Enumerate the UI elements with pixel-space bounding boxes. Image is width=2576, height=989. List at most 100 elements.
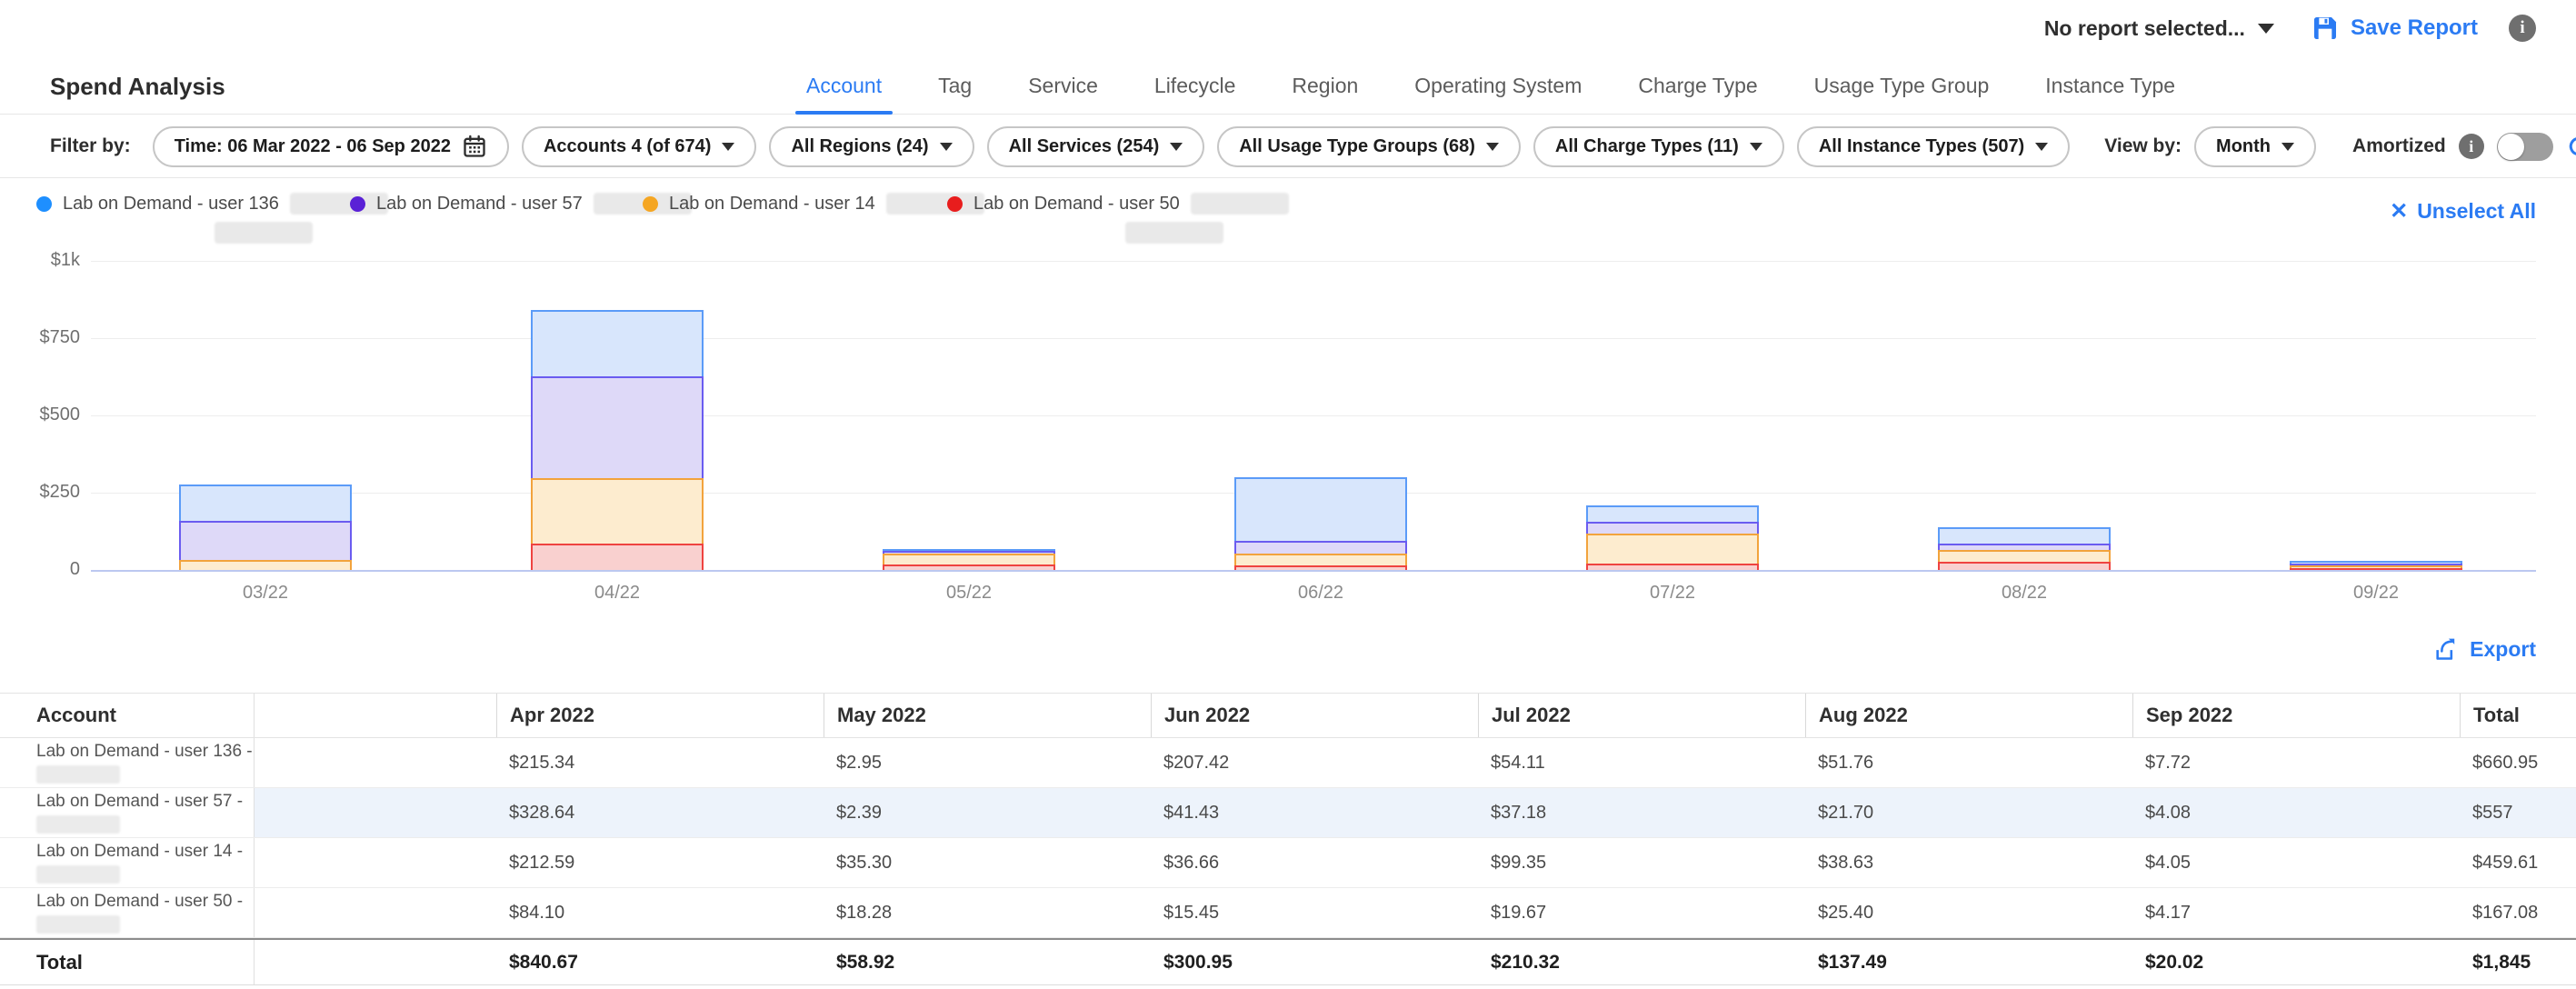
stacked-bar-06-22[interactable]	[1234, 477, 1407, 570]
legend-dot-icon	[36, 196, 52, 212]
value-cell: $215.34	[496, 738, 824, 787]
redacted-text	[215, 222, 313, 244]
stacked-bar-04-22[interactable]	[531, 310, 704, 570]
export-button[interactable]: Export	[2433, 636, 2536, 662]
total-value-cell: $210.32	[1478, 940, 1805, 984]
gridline	[91, 415, 2536, 416]
filter-chip-accounts-4[interactable]: Accounts 4 (of 674)	[522, 126, 756, 167]
value-cell: $4.08	[2132, 788, 2460, 837]
value-cell: $212.59	[496, 838, 824, 887]
stacked-bar-09-22[interactable]	[2290, 561, 2462, 570]
reset-icon	[2566, 134, 2576, 159]
legend-label: Lab on Demand - user 14	[669, 194, 875, 215]
tab-tag[interactable]: Tag	[938, 56, 972, 115]
chevron-down-icon	[940, 143, 953, 151]
bar-segment-lab-on-demand-user-50[interactable]	[1586, 564, 1759, 570]
stacked-bar-03-22[interactable]	[179, 485, 352, 570]
tab-charge-type[interactable]: Charge Type	[1638, 56, 1757, 115]
bar-segment-lab-on-demand-user-136[interactable]	[1938, 527, 2111, 544]
amortized-control: Amortized i	[2352, 133, 2553, 161]
tab-region[interactable]: Region	[1292, 56, 1358, 115]
filter-chip-all-services[interactable]: All Services (254)	[987, 126, 1205, 167]
chevron-down-icon	[2258, 24, 2274, 34]
bar-segment-lab-on-demand-user-57[interactable]	[1234, 541, 1407, 554]
filter-chip-all-instance-types[interactable]: All Instance Types (507)	[1797, 126, 2070, 167]
save-report-button[interactable]: Save Report	[2311, 14, 2478, 43]
bar-segment-lab-on-demand-user-136[interactable]	[531, 310, 704, 376]
account-name: Lab on Demand - user 14 -	[36, 842, 243, 862]
view-by-dropdown[interactable]: Month	[2194, 126, 2316, 167]
bar-segment-lab-on-demand-user-14[interactable]	[1234, 554, 1407, 564]
amortized-toggle[interactable]	[2497, 133, 2553, 161]
reset-filters-button[interactable]: Reset Filters	[2566, 122, 2576, 171]
bar-segment-lab-on-demand-user-14[interactable]	[883, 554, 1055, 564]
tab-usage-type-group[interactable]: Usage Type Group	[1814, 56, 1990, 115]
account-cell: Lab on Demand - user 50 -	[0, 888, 255, 937]
value-cell: $4.05	[2132, 838, 2460, 887]
value-cell: $41.43	[1151, 788, 1478, 837]
y-axis-tick: $1k	[24, 250, 80, 271]
legend-item-lab-on-demand-user-50[interactable]: Lab on Demand - user 50	[947, 193, 1289, 244]
bar-segment-lab-on-demand-user-14[interactable]	[531, 478, 704, 544]
export-row: Export	[0, 627, 2576, 684]
report-selector-dropdown[interactable]: No report selected...	[2044, 16, 2274, 41]
stacked-bar-07-22[interactable]	[1586, 505, 1759, 570]
legend-line: Lab on Demand - user 136	[36, 193, 388, 215]
legend-line: Lab on Demand - user 50	[947, 193, 1289, 215]
legend-item-lab-on-demand-user-136[interactable]: Lab on Demand - user 136	[36, 193, 388, 244]
redacted-text	[36, 815, 120, 834]
tab-lifecycle[interactable]: Lifecycle	[1154, 56, 1235, 115]
bar-segment-lab-on-demand-user-14[interactable]	[1586, 534, 1759, 564]
filter-chips: Time: 06 Mar 2022 - 06 Sep 2022 Accounts …	[153, 126, 2071, 167]
value-cell: $36.66	[1151, 838, 1478, 887]
plot-area	[91, 261, 2536, 570]
chevron-down-icon	[1750, 143, 1762, 151]
value-cell: $2.39	[824, 788, 1151, 837]
bar-segment-lab-on-demand-user-14[interactable]	[179, 560, 352, 570]
tab-operating-system[interactable]: Operating System	[1414, 56, 1582, 115]
chip-label: All Instance Types (507)	[1819, 136, 2024, 157]
tab-account[interactable]: Account	[806, 56, 882, 115]
bar-segment-lab-on-demand-user-57[interactable]	[179, 521, 352, 560]
bar-segment-lab-on-demand-user-50[interactable]	[1234, 565, 1407, 570]
bar-segment-lab-on-demand-user-50[interactable]	[2290, 568, 2462, 571]
value-cell: $19.67	[1478, 888, 1805, 937]
value-cell: $21.70	[1805, 788, 2132, 837]
bar-segment-lab-on-demand-user-136[interactable]	[1586, 505, 1759, 522]
legend-item-lab-on-demand-user-57[interactable]: Lab on Demand - user 57	[350, 193, 692, 215]
amortized-info-icon[interactable]: i	[2459, 134, 2484, 159]
chart-legend: ✕ Unselect All Lab on Demand - user 136L…	[0, 187, 2576, 253]
filter-chip-all-usage-type-groups[interactable]: All Usage Type Groups (68)	[1217, 126, 1521, 167]
bar-segment-lab-on-demand-user-50[interactable]	[883, 564, 1055, 570]
unselect-all-button[interactable]: ✕ Unselect All	[2390, 198, 2536, 225]
bar-segment-lab-on-demand-user-57[interactable]	[1586, 522, 1759, 534]
bar-segment-lab-on-demand-user-50[interactable]	[531, 544, 704, 570]
header-spacer	[255, 694, 496, 737]
row-total-cell: $459.61	[2460, 838, 2576, 887]
value-cell: $38.63	[1805, 838, 2132, 887]
total-value-cell: $137.49	[1805, 940, 2132, 984]
filter-chip-time-06-mar-2022-06-sep-2022[interactable]: Time: 06 Mar 2022 - 06 Sep 2022	[153, 126, 509, 167]
bar-segment-lab-on-demand-user-14[interactable]	[1938, 550, 2111, 562]
bar-segment-lab-on-demand-user-136[interactable]	[179, 485, 352, 521]
calendar-icon	[462, 134, 487, 159]
bar-segment-lab-on-demand-user-136[interactable]	[1234, 477, 1407, 542]
stacked-bar-08-22[interactable]	[1938, 527, 2111, 570]
stacked-bar-05-22[interactable]	[883, 549, 1055, 570]
bar-segment-lab-on-demand-user-50[interactable]	[1938, 562, 2111, 570]
gridline	[91, 261, 2536, 262]
row-spacer	[255, 788, 496, 837]
legend-item-lab-on-demand-user-14[interactable]: Lab on Demand - user 14	[643, 193, 984, 215]
tab-service[interactable]: Service	[1028, 56, 1098, 115]
x-axis-tick: 04/22	[531, 583, 704, 604]
legend-dot-icon	[947, 196, 963, 212]
column-header-total: Total	[2460, 694, 2576, 737]
tab-instance-type[interactable]: Instance Type	[2045, 56, 2175, 115]
x-axis-tick: 03/22	[179, 583, 352, 604]
filter-chip-all-charge-types[interactable]: All Charge Types (11)	[1533, 126, 1784, 167]
info-icon[interactable]: i	[2509, 15, 2536, 42]
bar-segment-lab-on-demand-user-57[interactable]	[531, 376, 704, 478]
filter-chip-all-regions[interactable]: All Regions (24)	[769, 126, 973, 167]
bar-segment-lab-on-demand-user-57[interactable]	[1938, 544, 2111, 550]
spend-analysis-page: { "accent_color": "#2b7bf3", "top_bar": …	[0, 0, 2576, 989]
